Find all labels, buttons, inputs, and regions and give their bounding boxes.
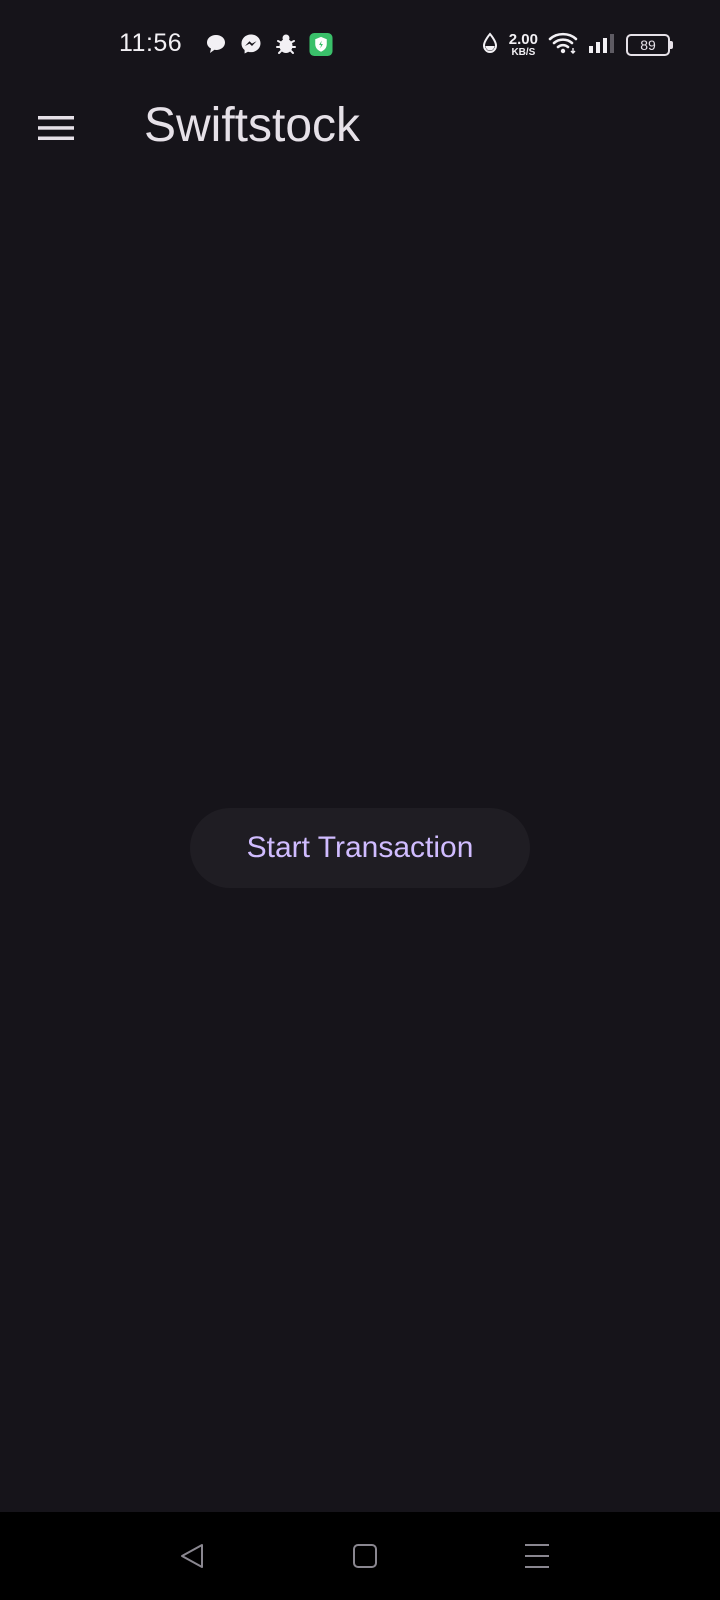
notification-icons	[204, 32, 333, 56]
system-status-icons: 2.00 KB/S 89	[481, 30, 673, 60]
network-speed-unit: KB/S	[511, 47, 536, 58]
status-bar: 11:56 2.00 KB/S 89	[0, 0, 720, 90]
battery-icon: 89	[626, 34, 673, 56]
home-button[interactable]	[343, 1534, 387, 1578]
hamburger-menu-icon	[38, 116, 74, 140]
signal-icon	[588, 32, 616, 59]
battery-level: 89	[640, 37, 656, 53]
system-navigation-bar	[0, 1512, 720, 1600]
chat-bubble-icon	[204, 32, 228, 56]
back-icon	[181, 1544, 203, 1568]
back-button[interactable]	[170, 1534, 214, 1578]
messenger-icon	[239, 32, 263, 56]
wifi-icon	[548, 31, 578, 60]
status-time: 11:56	[119, 29, 183, 57]
data-saver-icon	[481, 31, 499, 59]
network-speed: 2.00 KB/S	[509, 32, 538, 58]
menu-button[interactable]	[30, 104, 82, 152]
home-icon	[353, 1544, 377, 1568]
network-speed-value: 2.00	[508, 31, 538, 48]
top-app-bar: Swiftstock	[0, 90, 720, 166]
recents-button[interactable]	[515, 1534, 559, 1578]
shield-app-icon	[309, 32, 333, 56]
app-screen: 11:56 2.00 KB/S 89 Swiftstock Start Tran…	[0, 0, 720, 1600]
app-title: Swiftstock	[144, 99, 361, 152]
recents-icon	[525, 1544, 549, 1568]
bug-icon	[274, 32, 298, 56]
start-transaction-button[interactable]: Start Transaction	[190, 808, 530, 888]
